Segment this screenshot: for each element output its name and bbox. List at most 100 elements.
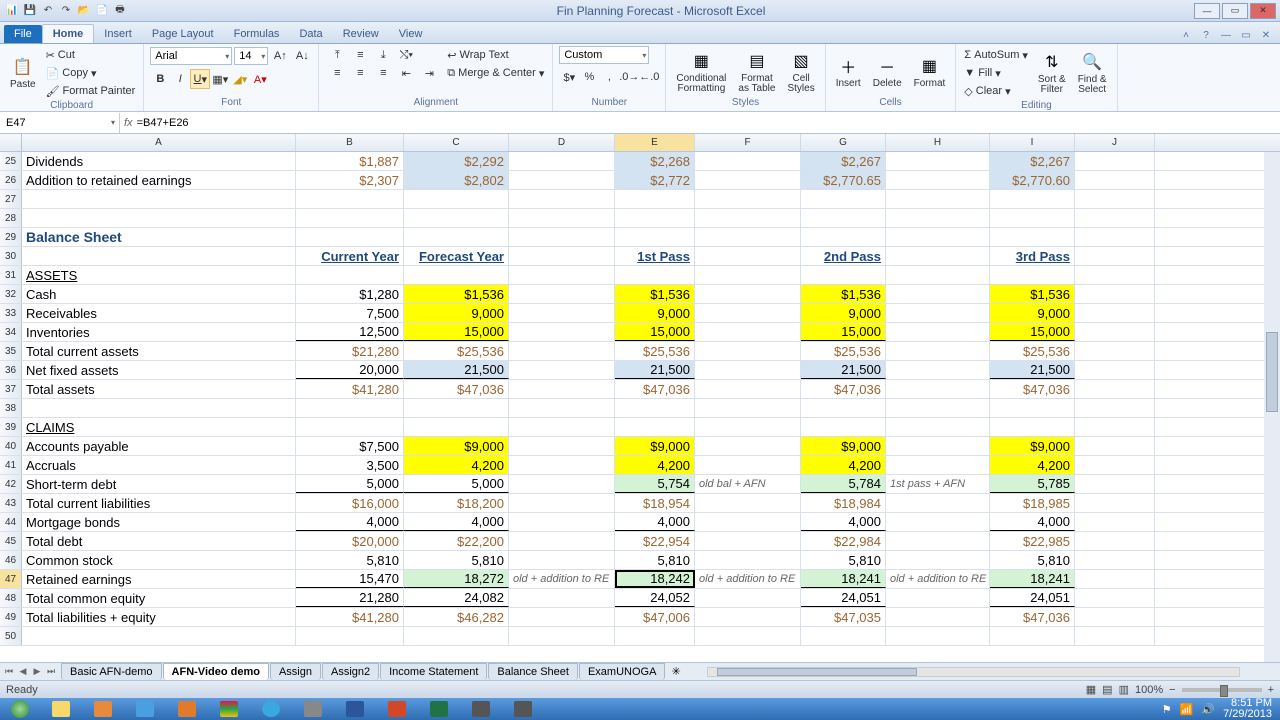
cell-A25[interactable]: Dividends <box>22 152 296 170</box>
cell-E31[interactable] <box>615 266 695 284</box>
cell-J25[interactable] <box>1075 152 1155 170</box>
sheet-tab[interactable]: ExamUNOGA <box>579 663 665 680</box>
cell-A50[interactable] <box>22 627 296 645</box>
cell-F35[interactable] <box>695 342 801 360</box>
col-header-F[interactable]: F <box>695 134 801 151</box>
taskbar-ie-icon[interactable] <box>125 699 165 719</box>
workbook-min-icon[interactable]: — <box>1218 27 1234 43</box>
grow-font-button[interactable]: A↑ <box>270 46 290 66</box>
cell-A32[interactable]: Cash <box>22 285 296 303</box>
cell-B30[interactable]: Current Year <box>296 247 404 265</box>
cell-A26[interactable]: Addition to retained earnings <box>22 171 296 189</box>
cell-A49[interactable]: Total liabilities + equity <box>22 608 296 626</box>
tab-insert[interactable]: Insert <box>94 25 142 43</box>
cell-G32[interactable]: $1,536 <box>801 285 886 303</box>
cell-B36[interactable]: 20,000 <box>296 361 404 379</box>
cell-E41[interactable]: 4,200 <box>615 456 695 474</box>
redo-icon[interactable]: ↷ <box>58 3 74 19</box>
workbook-restore-icon[interactable]: ▭ <box>1238 27 1254 43</box>
cell-I31[interactable] <box>990 266 1075 284</box>
cell-B41[interactable]: 3,500 <box>296 456 404 474</box>
align-right-button[interactable]: ≡ <box>373 64 393 82</box>
cell-A46[interactable]: Common stock <box>22 551 296 569</box>
number-format-select[interactable]: Custom <box>559 46 649 64</box>
sheet-next-icon[interactable]: ▶ <box>30 666 44 677</box>
sheet-nav-buttons[interactable]: ⏮ ◀ ▶ ⏭ <box>0 666 60 677</box>
inc-decimal-button[interactable]: .0→ <box>619 67 639 87</box>
cell-B31[interactable] <box>296 266 404 284</box>
cell-J36[interactable] <box>1075 361 1155 379</box>
cell-C32[interactable]: $1,536 <box>404 285 509 303</box>
cell-I28[interactable] <box>990 209 1075 227</box>
cell-D33[interactable] <box>509 304 615 322</box>
row-header[interactable]: 38 <box>0 399 22 417</box>
cell-J40[interactable] <box>1075 437 1155 455</box>
cell-C40[interactable]: $9,000 <box>404 437 509 455</box>
align-bottom-button[interactable]: ⤓ <box>373 46 393 64</box>
cell-D35[interactable] <box>509 342 615 360</box>
cell-F27[interactable] <box>695 190 801 208</box>
cell-E36[interactable]: 21,500 <box>615 361 695 379</box>
cell-B37[interactable]: $41,280 <box>296 380 404 398</box>
row-header[interactable]: 34 <box>0 323 22 341</box>
cell-D47[interactable]: old + addition to RE <box>509 570 615 588</box>
cell-I50[interactable] <box>990 627 1075 645</box>
cell-H47[interactable]: old + addition to RE <box>886 570 990 588</box>
cell-F30[interactable] <box>695 247 801 265</box>
cell-C36[interactable]: 21,500 <box>404 361 509 379</box>
cell-F46[interactable] <box>695 551 801 569</box>
workbook-close-icon[interactable]: ✕ <box>1258 27 1274 43</box>
cell-G36[interactable]: 21,500 <box>801 361 886 379</box>
cell-D39[interactable] <box>509 418 615 436</box>
zoom-level[interactable]: 100% <box>1135 684 1163 696</box>
cell-C25[interactable]: $2,292 <box>404 152 509 170</box>
cell-J47[interactable] <box>1075 570 1155 588</box>
align-middle-button[interactable]: ≡ <box>350 46 370 64</box>
start-button[interactable] <box>0 698 40 720</box>
cell-J46[interactable] <box>1075 551 1155 569</box>
col-header-D[interactable]: D <box>509 134 615 151</box>
cell-I37[interactable]: $47,036 <box>990 380 1075 398</box>
cell-E37[interactable]: $47,036 <box>615 380 695 398</box>
taskbar-app2-icon[interactable] <box>503 699 543 719</box>
cell-C43[interactable]: $18,200 <box>404 494 509 512</box>
sheet-tab[interactable]: Basic AFN-demo <box>61 663 162 680</box>
taskbar-calc-icon[interactable] <box>293 699 333 719</box>
cell-H46[interactable] <box>886 551 990 569</box>
cell-J37[interactable] <box>1075 380 1155 398</box>
cell-D40[interactable] <box>509 437 615 455</box>
cell-C49[interactable]: $46,282 <box>404 608 509 626</box>
cell-J26[interactable] <box>1075 171 1155 189</box>
cell-I45[interactable]: $22,985 <box>990 532 1075 550</box>
cell-B29[interactable] <box>296 228 404 246</box>
cell-I33[interactable]: 9,000 <box>990 304 1075 322</box>
cell-C28[interactable] <box>404 209 509 227</box>
cell-J39[interactable] <box>1075 418 1155 436</box>
cell-I46[interactable]: 5,810 <box>990 551 1075 569</box>
comma-button[interactable]: , <box>599 67 619 87</box>
cell-G42[interactable]: 5,784 <box>801 475 886 493</box>
cell-J43[interactable] <box>1075 494 1155 512</box>
cell-H39[interactable] <box>886 418 990 436</box>
cell-D48[interactable] <box>509 589 615 607</box>
cell-G33[interactable]: 9,000 <box>801 304 886 322</box>
cell-D46[interactable] <box>509 551 615 569</box>
cell-H38[interactable] <box>886 399 990 417</box>
cell-I43[interactable]: $18,985 <box>990 494 1075 512</box>
horizontal-scrollbar[interactable] <box>707 665 1280 679</box>
cell-H32[interactable] <box>886 285 990 303</box>
cell-J33[interactable] <box>1075 304 1155 322</box>
cell-H31[interactable] <box>886 266 990 284</box>
tab-home[interactable]: Home <box>42 24 95 43</box>
cell-C47[interactable]: 18,272 <box>404 570 509 588</box>
cell-A44[interactable]: Mortgage bonds <box>22 513 296 531</box>
cell-I30[interactable]: 3rd Pass <box>990 247 1075 265</box>
cell-E50[interactable] <box>615 627 695 645</box>
cell-D44[interactable] <box>509 513 615 531</box>
cell-C41[interactable]: 4,200 <box>404 456 509 474</box>
cell-J31[interactable] <box>1075 266 1155 284</box>
cell-C33[interactable]: 9,000 <box>404 304 509 322</box>
cell-A48[interactable]: Total common equity <box>22 589 296 607</box>
cell-E34[interactable]: 15,000 <box>615 323 695 341</box>
border-button[interactable]: ▦▾ <box>210 69 230 89</box>
